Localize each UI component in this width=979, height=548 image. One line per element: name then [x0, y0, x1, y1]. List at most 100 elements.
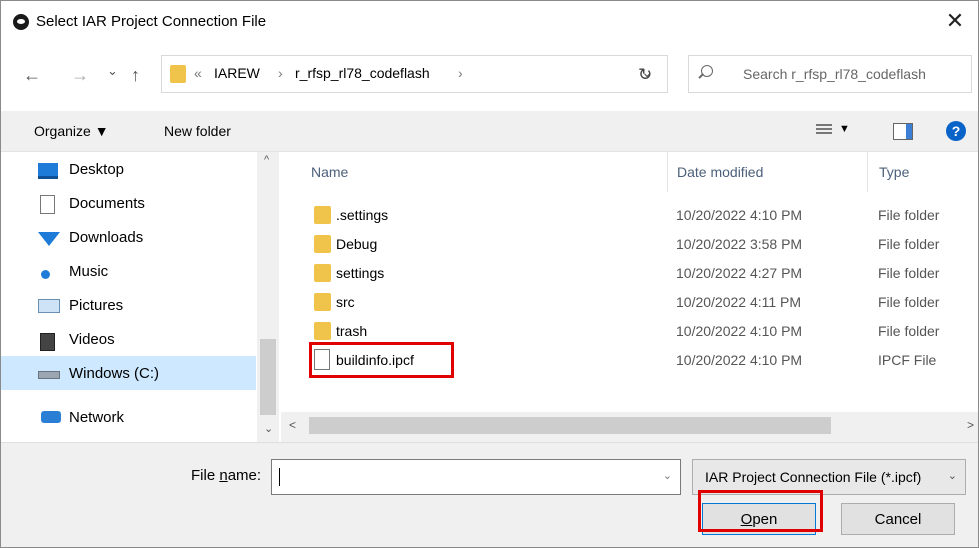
file-type: File folder [878, 265, 940, 281]
folder-icon [314, 322, 331, 340]
file-name: src [336, 294, 355, 310]
command-bar: Organize ▼ New folder ▼ ? [1, 111, 978, 152]
scroll-left-icon[interactable]: < [289, 418, 296, 432]
column-header-type[interactable]: Type [879, 164, 909, 180]
scroll-down-icon[interactable]: ⌄ [264, 422, 273, 435]
sidebar-item-label: Videos [69, 331, 115, 348]
scroll-thumb[interactable] [260, 339, 276, 415]
organize-button[interactable]: Organize ▼ [34, 123, 109, 139]
file-name: .settings [336, 207, 389, 223]
breadcrumb-separator[interactable]: › [278, 65, 283, 81]
videos-icon [40, 333, 55, 351]
breadcrumb-iarew[interactable]: IAREW [214, 65, 260, 81]
column-header-date[interactable]: Date modified [677, 164, 763, 180]
text-caret [279, 468, 280, 486]
help-icon[interactable]: ? [946, 121, 966, 141]
file-date: 10/20/2022 4:27 PM [676, 265, 803, 281]
drive-icon [38, 371, 60, 379]
sidebar-item-label: Network [69, 409, 125, 426]
sidebar-item-network[interactable]: Network [1, 402, 256, 434]
close-icon[interactable]: ✕ [940, 7, 970, 35]
column-divider[interactable] [667, 152, 668, 192]
up-arrow-icon[interactable]: ↑ [131, 65, 140, 86]
folder-icon [314, 235, 331, 253]
back-arrow-icon[interactable]: ← [23, 65, 41, 86]
file-dialog: Select IAR Project Connection File ✕ ← →… [0, 0, 979, 548]
window-title: Select IAR Project Connection File [36, 13, 267, 30]
breadcrumb-separator[interactable]: › [458, 65, 463, 81]
file-name: settings [336, 265, 385, 281]
new-folder-button[interactable]: New folder [164, 123, 231, 139]
file-row-src[interactable]: src 10/20/2022 4:11 PM File folder [281, 288, 978, 317]
column-divider[interactable] [867, 152, 868, 192]
documents-icon [40, 195, 55, 214]
scroll-thumb[interactable] [309, 417, 831, 434]
file-type: File folder [878, 323, 940, 339]
sidebar-item-desktop[interactable]: Desktop [1, 154, 256, 186]
sidebar-item-label: Pictures [69, 297, 124, 314]
sidebar-item-label: Desktop [69, 161, 125, 178]
app-icon [13, 14, 29, 30]
filelist-hscrollbar[interactable]: < > [281, 414, 978, 438]
file-name: trash [336, 323, 368, 339]
navigation-pane: Desktop Documents Downloads Music Pictur… [1, 152, 281, 442]
music-icon [41, 270, 50, 279]
forward-arrow-icon[interactable]: → [71, 65, 89, 86]
file-type: File folder [878, 207, 940, 223]
sidebar-item-label: Downloads [69, 229, 144, 246]
file-date: 10/20/2022 3:58 PM [676, 236, 803, 252]
file-date: 10/20/2022 4:10 PM [676, 207, 803, 223]
sidebar-item-label: Windows (C:) [69, 365, 160, 382]
highlight-box-file [309, 342, 454, 378]
desktop-icon [38, 163, 58, 179]
navigation-bar: ← → ⌄ ↑ « IAREW › r_rfsp_rl78_codeflash … [1, 41, 978, 111]
folder-icon [314, 206, 331, 224]
file-date: 10/20/2022 4:10 PM [676, 323, 803, 339]
downloads-icon [38, 232, 60, 246]
chevron-down-icon[interactable]: ⌄ [663, 469, 672, 482]
file-row-settings[interactable]: settings 10/20/2022 4:27 PM File folder [281, 259, 978, 288]
preview-pane-icon[interactable] [893, 123, 913, 140]
file-row-dot-settings[interactable]: .settings 10/20/2022 4:10 PM File folder [281, 201, 978, 230]
sidebar-item-videos[interactable]: Videos [1, 324, 256, 356]
sidebar-scrollbar[interactable]: ^ ⌄ [257, 152, 279, 442]
view-options-icon[interactable] [816, 122, 832, 138]
view-dropdown-icon[interactable]: ▼ [839, 123, 850, 135]
file-type-filter-value: IAR Project Connection File (*.ipcf) [705, 469, 922, 485]
column-header-name[interactable]: Name [311, 164, 348, 180]
cancel-button[interactable]: Cancel [841, 503, 955, 535]
chevron-down-icon[interactable]: ⌄ [948, 469, 957, 482]
refresh-icon[interactable]: ↻ [638, 65, 652, 85]
folder-icon [314, 293, 331, 311]
title-bar: Select IAR Project Connection File ✕ [1, 1, 978, 41]
search-placeholder: Search r_rfsp_rl78_codeflash [743, 66, 926, 82]
sidebar-item-documents[interactable]: Documents [1, 188, 256, 220]
sidebar-item-label: Documents [69, 195, 145, 212]
file-type: File folder [878, 236, 940, 252]
file-type: IPCF File [878, 352, 937, 368]
sidebar-item-pictures[interactable]: Pictures [1, 290, 256, 322]
breadcrumb-current[interactable]: r_rfsp_rl78_codeflash [295, 65, 430, 81]
file-date: 10/20/2022 4:11 PM [676, 294, 802, 310]
recent-locations-icon[interactable]: ⌄ [107, 63, 118, 79]
sidebar-item-music[interactable]: Music [1, 256, 256, 288]
search-input[interactable]: Search r_rfsp_rl78_codeflash [688, 55, 972, 93]
file-name-input[interactable]: ⌄ [271, 459, 681, 495]
address-bar[interactable]: « IAREW › r_rfsp_rl78_codeflash › ⌄ [161, 55, 668, 93]
folder-icon [314, 264, 331, 282]
search-icon [701, 65, 713, 77]
folder-icon [170, 65, 186, 83]
highlight-box-open [698, 490, 823, 532]
scroll-right-icon[interactable]: > [967, 418, 974, 432]
file-name: Debug [336, 236, 378, 252]
file-name-label: File name: [191, 467, 262, 484]
scroll-up-icon[interactable]: ^ [264, 154, 269, 166]
pictures-icon [38, 299, 60, 313]
dialog-footer: File name: ⌄ IAR Project Connection File… [1, 442, 978, 547]
network-icon [41, 411, 61, 423]
sidebar-item-windows-c[interactable]: Windows (C:) [1, 356, 256, 390]
file-date: 10/20/2022 4:10 PM [676, 352, 803, 368]
breadcrumb-overflow[interactable]: « [194, 65, 202, 81]
sidebar-item-downloads[interactable]: Downloads [1, 222, 256, 254]
file-row-debug[interactable]: Debug 10/20/2022 3:58 PM File folder [281, 230, 978, 259]
